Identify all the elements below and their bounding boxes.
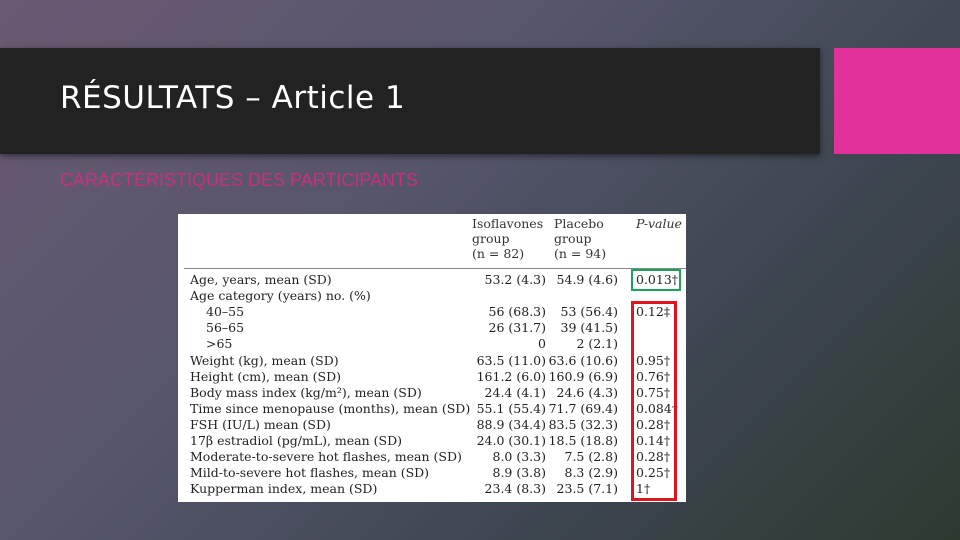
cell-iso: 8.0 (3.3) bbox=[492, 449, 547, 465]
participants-table: Isoflavones group (n = 82) Placebo group… bbox=[178, 214, 686, 502]
header-isoflavones: Isoflavones group (n = 82) bbox=[472, 216, 544, 261]
table-row: Age, years, mean (SD) 53.2 (4.3) 54.9 (4.6… bbox=[178, 272, 686, 288]
header-divider bbox=[184, 268, 686, 269]
table-row: Weight (kg), mean (SD) 63.5 (11.0) 63.6 (1… bbox=[178, 353, 686, 369]
cell-pla: 8.3 (2.9) bbox=[564, 465, 619, 481]
header-placebo: Placebo group (n = 94) bbox=[554, 216, 607, 261]
cell-iso: 24.4 (4.1) bbox=[484, 384, 546, 400]
cell-label: Weight (kg), mean (SD) bbox=[190, 352, 339, 368]
cell-label: FSH (IU/L) mean (SD) bbox=[190, 416, 331, 432]
table-row: Moderate-to-severe hot flashes, mean (SD… bbox=[178, 449, 686, 465]
header-pvalue: P-value bbox=[636, 216, 682, 231]
cell-label: 17β estradiol (pg/mL), mean (SD) bbox=[190, 433, 402, 448]
cell-label: 40–55 bbox=[206, 304, 245, 320]
slide-subtitle: CARACTÉRISTIQUES DES PARTICIPANTS bbox=[60, 170, 419, 190]
cell-iso: 55.1 (55.4) bbox=[476, 400, 546, 416]
accent-block bbox=[834, 48, 960, 154]
cell-label: Kupperman index, mean (SD) bbox=[190, 481, 378, 497]
table-row: Age category (years) no. (%) bbox=[178, 288, 686, 304]
cell-iso: 88.9 (34.4) bbox=[476, 416, 546, 432]
cell-pla: 18.5 (18.8) bbox=[548, 433, 618, 448]
cell-pla: 23.5 (7.1) bbox=[556, 481, 618, 497]
table-row: Mild-to-severe hot flashes, mean (SD) 8.9… bbox=[178, 465, 686, 481]
cell-iso: 0 bbox=[538, 336, 546, 352]
cell-pla: 54.9 (4.6) bbox=[556, 272, 618, 287]
cell-label: Body mass index (kg/m²), mean (SD) bbox=[190, 384, 422, 400]
cell-iso: 23.4 (8.3) bbox=[484, 481, 546, 497]
table-row: Body mass index (kg/m²), mean (SD) 24.4 (… bbox=[178, 385, 686, 401]
cell-pla: 2 (2.1) bbox=[576, 336, 618, 352]
cell-iso: 24.0 (30.1) bbox=[476, 433, 546, 448]
cell-pla: 39 (41.5) bbox=[560, 320, 618, 336]
table-row: 17β estradiol (pg/mL), mean (SD) 24.0 (30… bbox=[178, 433, 686, 449]
highlight-box-red bbox=[631, 301, 677, 501]
cell-pla: 53 (56.4) bbox=[560, 304, 618, 320]
cell-pla: 83.5 (32.3) bbox=[548, 416, 618, 432]
cell-pla: 160.9 (6.9) bbox=[548, 368, 618, 384]
cell-label: Mild-to-severe hot flashes, mean (SD) bbox=[190, 465, 430, 481]
cell-pla: 7.5 (2.8) bbox=[564, 449, 619, 465]
table-row: Height (cm), mean (SD) 161.2 (6.0) 160.9 (… bbox=[178, 369, 686, 385]
cell-pla: 24.6 (4.3) bbox=[556, 384, 618, 400]
highlight-box-green bbox=[631, 269, 681, 291]
cell-label: Moderate-to-severe hot flashes, mean (SD… bbox=[190, 449, 462, 465]
cell-iso: 161.2 (6.0) bbox=[476, 368, 546, 384]
cell-label: Time since menopause (months), mean (SD) bbox=[190, 400, 471, 416]
table-row: 56–65 26 (31.7) 39 (41.5) bbox=[178, 320, 686, 336]
table-row: 40–55 56 (68.3) 53 (56.4) 0.12‡ bbox=[178, 304, 686, 320]
cell-iso: 56 (68.3) bbox=[488, 304, 546, 320]
cell-pla: 71.7 (69.4) bbox=[548, 400, 618, 416]
cell-pla: 63.6 (10.6) bbox=[548, 352, 618, 368]
cell-label: Height (cm), mean (SD) bbox=[190, 368, 341, 384]
cell-iso: 53.2 (4.3) bbox=[484, 272, 546, 287]
cell-iso: 26 (31.7) bbox=[488, 320, 546, 336]
cell-iso: 63.5 (11.0) bbox=[476, 352, 546, 368]
cell-label: Age category (years) no. (%) bbox=[190, 288, 371, 304]
slide-title: RÉSULTATS – Article 1 bbox=[60, 80, 406, 116]
table-row: FSH (IU/L) mean (SD) 88.9 (34.4) 83.5 (32.… bbox=[178, 417, 686, 433]
table-row: Kupperman index, mean (SD) 23.4 (8.3) 23.5… bbox=[178, 481, 686, 497]
cell-label: >65 bbox=[206, 336, 233, 352]
cell-label: 56–65 bbox=[206, 320, 245, 336]
table-row: Time since menopause (months), mean (SD)… bbox=[178, 401, 686, 417]
cell-iso: 8.9 (3.8) bbox=[492, 465, 547, 481]
cell-label: Age, years, mean (SD) bbox=[190, 272, 332, 287]
table-row: >65 0 2 (2.1) bbox=[178, 336, 686, 352]
